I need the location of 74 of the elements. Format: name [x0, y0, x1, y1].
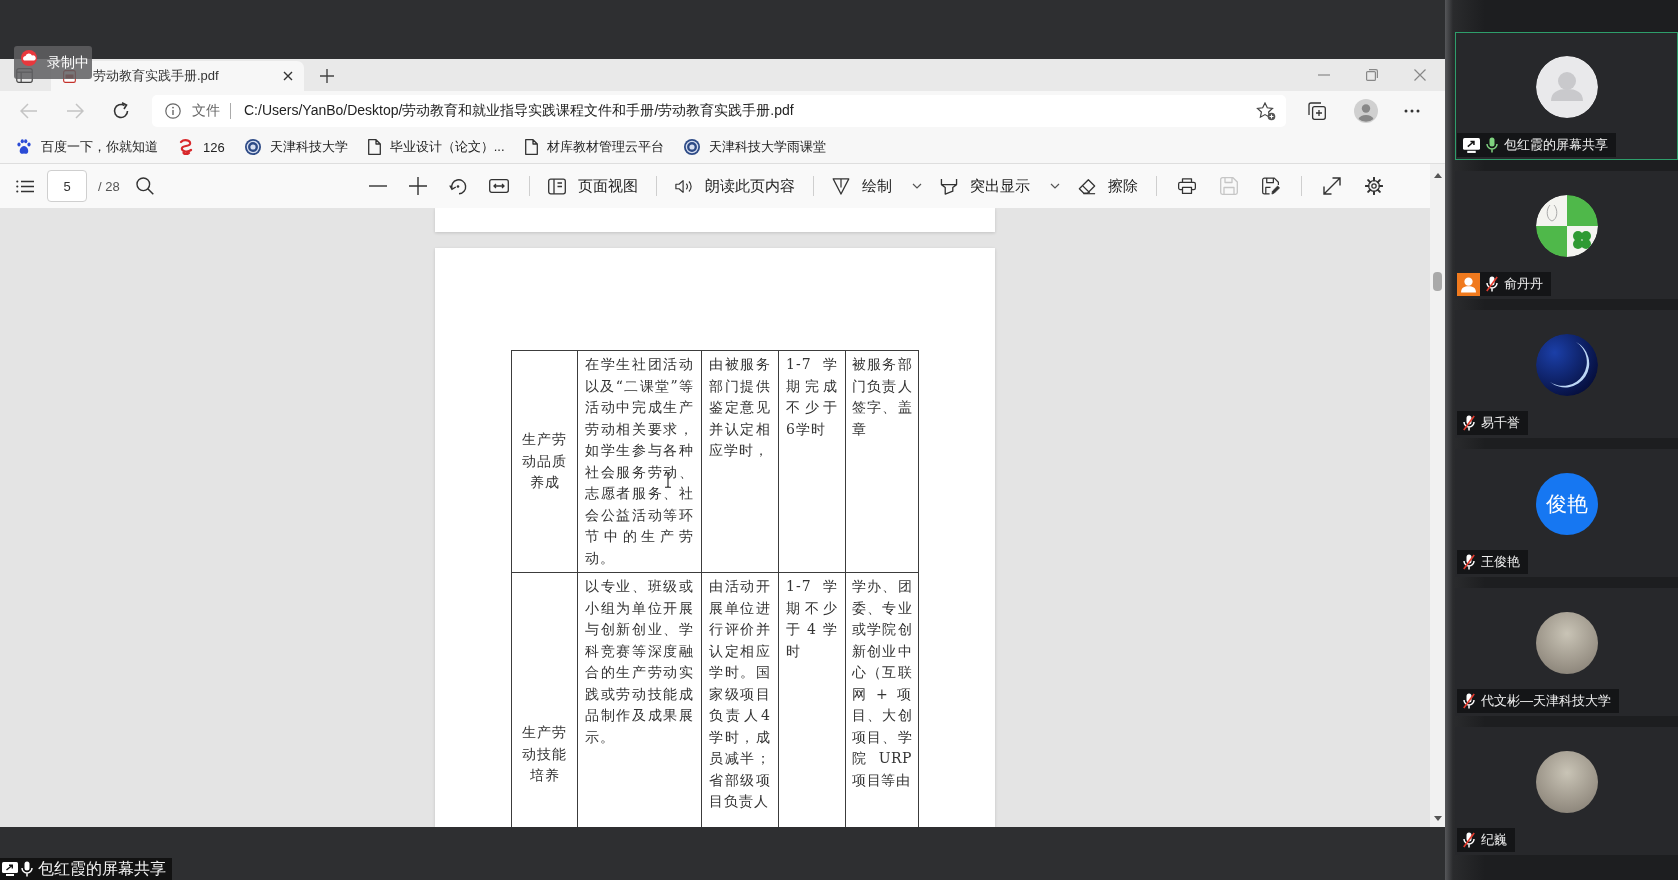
search-icon[interactable] — [135, 177, 154, 195]
close-icon[interactable] — [1414, 69, 1426, 81]
table-cell: 在学生社团活动以及“二课堂”等活动中完成生产劳动相关要求，如学生参与各种社会服务劳动、志愿者服务、社会公益活动等环节中的生产劳动。 — [577, 350, 702, 573]
swirl-logo-icon — [178, 139, 194, 155]
draw-button[interactable]: 绘制 — [822, 170, 931, 202]
scroll-up-icon[interactable] — [1433, 173, 1442, 178]
scrollbar-thumb[interactable] — [1433, 272, 1442, 291]
read-aloud-button[interactable]: 朗读此页内容 — [665, 170, 804, 202]
bookmark[interactable]: 毕业设计（论文）... — [364, 136, 508, 158]
bookmark[interactable]: 材库教材管理云平台 — [521, 136, 667, 158]
round-emblem-icon — [244, 139, 261, 155]
document-icon — [524, 139, 538, 155]
bookmark[interactable]: 天津科技大学 — [241, 136, 351, 158]
table-cell: 由被服务部门提供鉴定意见并认定相应学时， — [701, 350, 779, 573]
user-silhouette-icon — [1535, 56, 1598, 118]
initials-avatar: 俊艳 — [1535, 473, 1598, 535]
participant-name: 包红霞的屏幕共享 — [1504, 136, 1608, 154]
participant-tile[interactable]: 俞丹丹 — [1455, 171, 1678, 299]
highlighter-icon — [939, 177, 958, 195]
speaker-icon — [674, 177, 693, 195]
scroll-down-icon[interactable] — [1433, 816, 1442, 821]
bookmark[interactable]: 126 — [175, 137, 228, 157]
eraser-icon — [1077, 177, 1096, 195]
round-emblem-icon — [683, 139, 700, 155]
more-icon[interactable] — [1404, 109, 1420, 113]
erase-button[interactable]: 擦除 — [1068, 170, 1147, 202]
vertical-scrollbar[interactable] — [1430, 164, 1445, 827]
info-icon[interactable] — [165, 103, 181, 119]
page-count: / 28 — [98, 178, 120, 194]
record-icon — [20, 50, 38, 66]
zoom-in-icon[interactable] — [408, 177, 427, 195]
table-cell: 被服务部门负责人签字、盖章 — [845, 350, 919, 573]
profile-icon[interactable] — [1354, 99, 1378, 123]
restore-icon[interactable] — [1366, 69, 1378, 81]
participant-tile[interactable]: 纪巍 — [1455, 727, 1678, 855]
contents-list-icon[interactable] — [16, 179, 34, 193]
participant-name: 纪巍 — [1481, 831, 1507, 849]
page-view-button[interactable]: 页面视图 — [538, 170, 647, 202]
table-cell: 1-7 学期完成不少于6学时 — [778, 350, 846, 573]
expand-icon[interactable] — [1322, 177, 1341, 195]
table-cell: 生产劳动品质养成 — [511, 350, 578, 573]
close-tab-icon[interactable] — [283, 71, 293, 81]
fit-width-icon[interactable] — [488, 179, 509, 193]
reload-icon[interactable] — [112, 102, 130, 120]
save-as-icon[interactable] — [1261, 177, 1280, 195]
share-label-text: 包红霞的屏幕共享 — [38, 858, 166, 879]
print-icon[interactable] — [1177, 177, 1196, 195]
paw-icon — [16, 139, 32, 155]
address-scheme: 文件 — [192, 102, 220, 120]
participant-tile[interactable]: 代文彬—天津科技大学 — [1455, 588, 1678, 716]
page-view-icon — [547, 177, 566, 195]
bookmark[interactable]: 百度一下，你就知道 — [13, 136, 161, 158]
participant-tile[interactable]: 俊艳 王俊艳 — [1455, 449, 1678, 577]
pen-tip-icon — [831, 177, 850, 195]
url-text: C:/Users/YanBo/Desktop/劳动教育和就业指导实践课程文件和手册/劳动教育实践手册.pdf — [244, 102, 794, 120]
favorite-add-icon[interactable] — [1256, 101, 1276, 121]
participant-name: 代文彬—天津科技大学 — [1481, 692, 1611, 710]
clover-picture-icon — [1535, 195, 1598, 257]
highlight-button[interactable]: 突出显示 — [930, 170, 1069, 202]
participant-tile[interactable]: 易千誉 — [1455, 310, 1678, 438]
participant-name: 俞丹丹 — [1504, 275, 1543, 293]
table-cell: 生产劳动技能培养 — [511, 572, 578, 827]
participant-tile[interactable]: 包红霞的屏幕共享 — [1455, 32, 1678, 160]
document-icon — [367, 139, 381, 155]
rotate-icon[interactable] — [448, 177, 467, 195]
participant-name: 易千誉 — [1481, 414, 1520, 432]
page-number-field[interactable]: 5 — [47, 170, 87, 202]
participant-name: 王俊艳 — [1481, 553, 1520, 571]
address-field[interactable]: 文件 C:/Users/YanBo/Desktop/劳动教育和就业指导实践课程文件和手册/劳动教育实践手册.pdf — [152, 95, 1286, 127]
collections-icon[interactable] — [1308, 102, 1326, 120]
bookmark[interactable]: 天津科技大学雨课堂 — [680, 136, 829, 158]
settings-icon[interactable] — [1364, 177, 1383, 195]
new-tab-icon[interactable] — [320, 69, 334, 83]
crescent-moon-picture-icon — [1535, 334, 1598, 396]
